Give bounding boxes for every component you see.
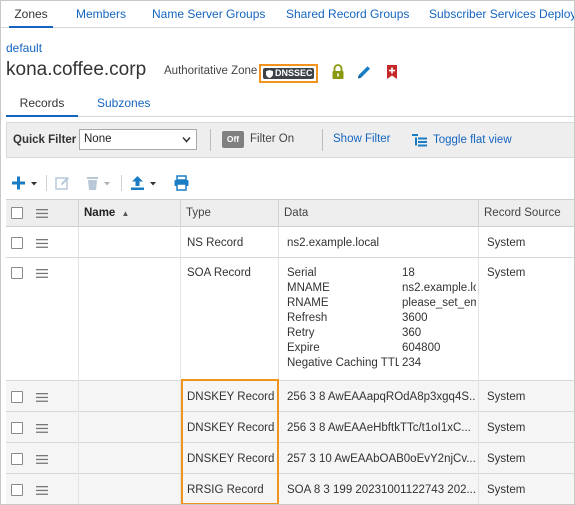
tab-records[interactable]: Records — [6, 92, 78, 117]
soa-field-value: 234 — [402, 357, 422, 369]
soa-field-label: Expire — [287, 342, 320, 354]
table-header: Name ▲ Type Data Record Source — [6, 199, 574, 227]
table-row[interactable]: SOA Record Serial 18 MNAME ns2.example.l… — [6, 258, 574, 381]
print-icon[interactable] — [174, 175, 189, 191]
dnssec-badge[interactable]: DNSSEC — [263, 68, 314, 79]
edit-icon[interactable] — [55, 175, 71, 191]
soa-field-label: RNAME — [287, 297, 329, 309]
page-title: kona.coffee.corp — [6, 59, 147, 80]
column-header-type[interactable]: Type — [180, 200, 278, 227]
column-divider — [478, 227, 479, 504]
select-all-checkbox[interactable] — [11, 207, 23, 219]
cell-source: System — [487, 267, 526, 279]
bookmark-add-icon[interactable] — [385, 64, 399, 80]
top-tab-bar: Zones Members Name Server Groups Shared … — [1, 1, 574, 28]
column-name-label: Name — [84, 207, 116, 219]
soa-field-label: MNAME — [287, 282, 330, 294]
zone-records-panel: Zones Members Name Server Groups Shared … — [0, 0, 575, 505]
cell-source: System — [487, 391, 526, 403]
dnssec-highlight: DNSSEC — [259, 64, 318, 83]
records-table: Name ▲ Type Data Record Source NS Record… — [6, 199, 574, 504]
dnssec-label: DNSSEC — [275, 68, 313, 78]
cell-data: ns2.example.local — [287, 237, 380, 249]
sort-ascending-icon: ▲ — [121, 209, 130, 218]
delete-icon[interactable] — [85, 175, 113, 191]
soa-field-value: ns2.example.loc — [402, 282, 476, 294]
row-checkbox[interactable] — [11, 422, 23, 434]
cell-source: System — [487, 484, 526, 496]
table-row[interactable]: DNSKEY Record 256 3 8 AwEAAeHbftkTTc/t1o… — [6, 412, 574, 443]
cell-source: System — [487, 237, 526, 249]
column-divider — [78, 227, 79, 504]
filter-on-label: Filter On — [250, 133, 295, 145]
table-row[interactable]: DNSKEY Record 256 3 8 AwEAAapqROdA8p3xgq… — [6, 381, 574, 412]
column-menu-icon[interactable] — [36, 209, 48, 218]
lock-icon[interactable] — [331, 64, 345, 80]
shield-icon — [266, 70, 273, 78]
row-checkbox[interactable] — [11, 484, 23, 496]
column-header-data[interactable]: Data — [278, 200, 478, 227]
soa-field-value: please_set_em — [402, 297, 476, 309]
cell-type: SOA Record — [187, 267, 251, 279]
soa-field-label: Retry — [287, 327, 315, 339]
row-checkbox[interactable] — [11, 391, 23, 403]
cell-data: 257 3 10 AwEAAbOAB0oEvY2njCv... — [287, 453, 475, 465]
row-menu-icon[interactable] — [36, 455, 48, 464]
add-icon[interactable] — [11, 175, 39, 191]
divider — [121, 175, 122, 191]
tab-members[interactable]: Members — [76, 1, 126, 28]
tab-shared-record-groups[interactable]: Shared Record Groups — [286, 1, 409, 28]
cell-source: System — [487, 453, 526, 465]
tab-subscriber-services-deployment[interactable]: Subscriber Services Deployme — [429, 1, 574, 28]
row-menu-icon[interactable] — [36, 486, 48, 495]
tab-subzones[interactable]: Subzones — [97, 92, 150, 117]
quick-filter-value: None — [84, 133, 112, 145]
soa-field-value: 3600 — [402, 312, 428, 324]
quick-filter-select[interactable]: None — [79, 129, 197, 150]
table-row[interactable]: RRSIG Record SOA 8 3 199 20231001122743 … — [6, 474, 574, 504]
cell-data: 256 3 8 AwEAAeHbftkTTc/t1oI1xC... — [287, 422, 471, 434]
cell-data: SOA 8 3 199 20231001122743 202... — [287, 484, 475, 496]
row-checkbox[interactable] — [11, 267, 23, 279]
quick-filter-label: Quick Filter — [13, 134, 77, 146]
cell-source: System — [487, 422, 526, 434]
chevron-down-icon — [182, 137, 191, 143]
row-menu-icon[interactable] — [36, 269, 48, 278]
soa-field-value: 360 — [402, 327, 422, 339]
type-column-highlight — [181, 379, 279, 504]
filter-toggle[interactable]: Off — [222, 131, 244, 148]
filter-bar: Quick Filter None Off Filter On Show Fil… — [6, 122, 574, 158]
divider — [210, 129, 211, 151]
row-menu-icon[interactable] — [36, 424, 48, 433]
row-checkbox[interactable] — [11, 237, 23, 249]
toggle-flat-view-label: Toggle flat view — [433, 134, 512, 146]
column-header-name[interactable]: Name ▲ — [78, 200, 180, 227]
edit-pencil-icon[interactable] — [357, 64, 371, 80]
soa-field-label: Serial — [287, 267, 317, 279]
table-row[interactable]: NS Record ns2.example.local System — [6, 227, 574, 258]
zone-type-label: Authoritative Zone — [164, 65, 258, 77]
divider — [322, 129, 323, 151]
soa-field-value: 604800 — [402, 342, 441, 354]
soa-field-label: Negative Caching TTL — [287, 357, 399, 369]
row-checkbox[interactable] — [11, 453, 23, 465]
sub-tab-bar: Records Subzones — [6, 92, 574, 117]
row-menu-icon[interactable] — [36, 393, 48, 402]
breadcrumb[interactable]: default — [6, 41, 42, 55]
tab-zones[interactable]: Zones — [9, 1, 53, 28]
soa-field-value: 18 — [402, 267, 415, 279]
table-row[interactable]: DNSKEY Record 257 3 10 AwEAAbOAB0oEvY2nj… — [6, 443, 574, 474]
show-filter-link[interactable]: Show Filter — [333, 133, 391, 145]
tab-name-server-groups[interactable]: Name Server Groups — [152, 1, 265, 28]
flat-view-icon — [412, 134, 427, 147]
column-header-record-source[interactable]: Record Source — [478, 200, 574, 227]
row-menu-icon[interactable] — [36, 239, 48, 248]
cell-type: NS Record — [187, 237, 244, 249]
divider — [46, 175, 47, 191]
export-icon[interactable] — [130, 175, 158, 191]
cell-data: 256 3 8 AwEAAapqROdA8p3xgq4S... — [287, 391, 475, 403]
soa-field-label: Refresh — [287, 312, 328, 324]
toggle-flat-view-link[interactable]: Toggle flat view — [412, 134, 512, 147]
